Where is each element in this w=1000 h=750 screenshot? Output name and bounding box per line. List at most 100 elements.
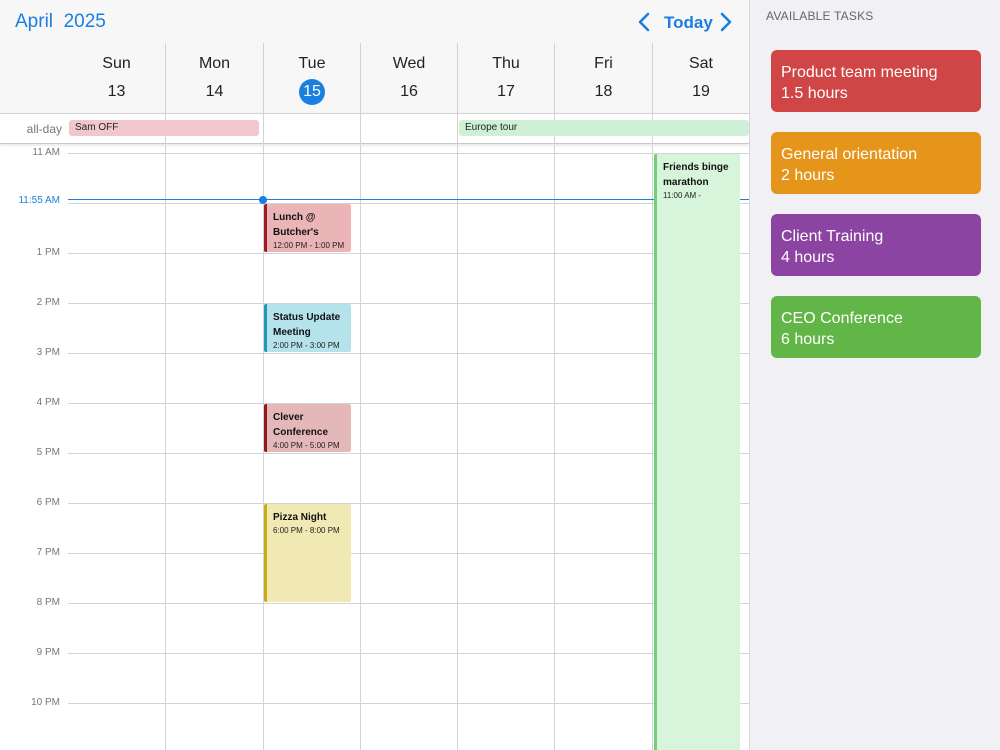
event-time: 11:00 AM - [663,191,702,200]
hour-label: 1 PM [36,247,60,258]
hour-gridline [68,303,749,304]
calendar: April 2025 Today Sun 13 Mon 14 Tue 15 Wed 16 Thu… [0,0,749,750]
hour-label: 7 PM [36,547,60,558]
task-duration: 4 hours [781,249,835,266]
day-name: Sun [102,55,131,72]
hour-gridline [68,353,749,354]
day-header-fri[interactable]: Fri 18 [554,43,652,113]
event-clever-conference[interactable]: Clever Conference 4:00 PM - 5:00 PM [264,404,351,452]
task-duration: 6 hours [781,331,835,348]
day-number: 19 [692,83,710,100]
event-pizza-night[interactable]: Pizza Night 6:00 PM - 8:00 PM [264,504,351,602]
task-name: CEO Conference [781,310,903,327]
hour-label: 3 PM [36,347,60,358]
day-header-tue[interactable]: Tue 15 [263,43,360,113]
task-product-team-meeting[interactable]: Product team meeting 1.5 hours [771,50,981,112]
day-column-divider [554,145,555,750]
available-tasks-panel: AVAILABLE TASKS Product team meeting 1.5… [749,0,1000,750]
task-name: Client Training [781,228,884,245]
event-status-update-meeting[interactable]: Status Update Meeting 2:00 PM - 3:00 PM [264,304,351,352]
day-column-divider [457,145,458,750]
event-time: 4:00 PM - 5:00 PM [273,441,340,450]
hour-label: 8 PM [36,597,60,608]
task-ceo-conference[interactable]: CEO Conference 6 hours [771,296,981,358]
day-header-mon[interactable]: Mon 14 [165,43,263,113]
task-duration: 1.5 hours [781,85,848,102]
calendar-toolbar: April 2025 Today [0,0,749,43]
event-title: Status Update Meeting [273,312,341,338]
day-number: 18 [594,83,613,100]
now-indicator-dot [259,196,267,204]
hour-label: 6 PM [36,497,60,508]
task-name: Product team meeting [781,64,938,81]
hour-gridline [68,603,749,604]
allday-row: all-day Sam OFF Europe tour [0,113,749,144]
hour-gridline [68,403,749,404]
day-column-divider [165,145,166,750]
allday-event-title: Europe tour [465,122,518,133]
event-title: Friends binge marathon [663,162,729,188]
allday-label: all-day [26,122,62,136]
event-lunch-butchers[interactable]: Lunch @ Butcher's 12:00 PM - 1:00 PM [264,204,351,252]
app-root: April 2025 Today Sun 13 Mon 14 Tue 15 Wed 16 Thu… [0,0,1000,750]
hour-label: 9 PM [36,647,60,658]
day-name: Tue [298,55,326,72]
day-name: Fri [594,55,613,72]
event-time: 6:00 PM - 8:00 PM [273,526,340,535]
day-header-wed[interactable]: Wed 16 [360,43,457,113]
year-label: 2025 [63,11,106,32]
task-general-orientation[interactable]: General orientation 2 hours [771,132,981,194]
now-indicator-line [68,199,749,200]
event-title: Lunch @ Butcher's [273,212,319,238]
allday-event-sam-off[interactable]: Sam OFF [69,120,259,136]
hour-gridline [68,203,749,204]
hour-label: 5 PM [36,447,60,458]
day-header-sun[interactable]: Sun 13 [68,43,165,113]
allday-event-europe-tour[interactable]: Europe tour [459,120,749,136]
day-number: 13 [107,83,126,100]
task-name: General orientation [781,146,918,163]
hour-label: 2 PM [36,297,60,308]
day-header-sat[interactable]: Sat 19 [652,43,749,113]
hour-gridline [68,253,749,254]
hour-gridline [68,153,749,154]
day-column-divider [652,145,653,750]
day-number: 14 [205,83,224,100]
chevron-right-icon[interactable] [719,12,733,32]
day-name: Sat [688,55,713,72]
chevron-left-icon[interactable] [637,12,651,32]
month-label: April [15,11,54,32]
day-name: Thu [492,55,520,72]
task-duration: 2 hours [781,167,835,184]
allday-column-divider [360,114,361,144]
now-time-label: 11:55 AM [18,195,60,206]
hour-gridline [68,503,749,504]
day-number: 17 [497,83,515,100]
today-button[interactable]: Today [664,13,713,33]
day-header-thu[interactable]: Thu 17 [457,43,554,113]
event-title: Clever Conference [273,412,329,438]
event-time: 2:00 PM - 3:00 PM [273,341,340,350]
hour-label: 11 AM [32,147,60,158]
day-column-divider [360,145,361,750]
hour-gridline [68,703,749,704]
event-friends-binge-marathon[interactable]: Friends binge marathon 11:00 AM - [654,154,740,750]
allday-column-divider [457,114,458,144]
allday-event-title: Sam OFF [75,122,119,133]
hour-gridline [68,453,749,454]
panel-title: AVAILABLE TASKS [766,9,874,23]
hour-label: 10 PM [31,697,60,708]
event-time: 12:00 PM - 1:00 PM [273,241,345,250]
event-title: Pizza Night [273,512,327,523]
task-client-training[interactable]: Client Training 4 hours [771,214,981,276]
hour-gridline [68,553,749,554]
time-grid[interactable]: 11 AM 1 PM 2 PM 3 PM 4 PM 5 PM 6 PM 7 PM 8 PM 9 P… [0,145,749,750]
allday-column-divider [263,114,264,144]
today-date-badge: 15 [299,79,325,105]
hour-gridline [68,653,749,654]
hour-label: 4 PM [36,397,60,408]
day-name: Wed [392,55,426,72]
day-number: 16 [400,83,418,100]
day-name: Mon [198,55,231,72]
header-gutter [0,43,68,113]
